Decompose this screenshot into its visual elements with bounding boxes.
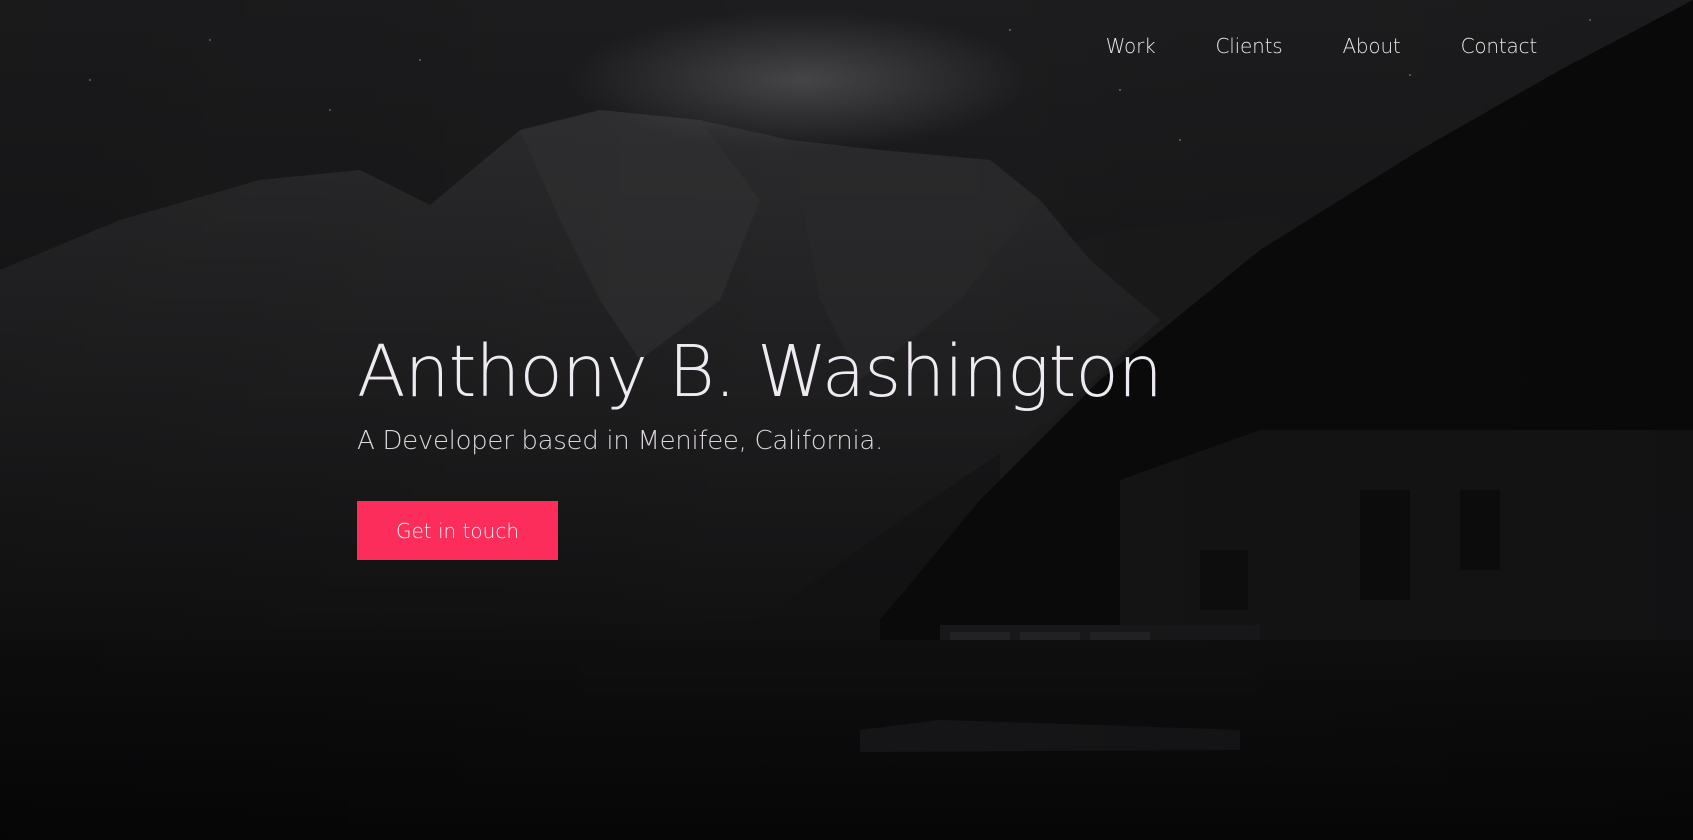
nav-link-work[interactable]: Work bbox=[1106, 30, 1156, 62]
hero-subtitle: A Developer based in Menifee, California… bbox=[357, 426, 883, 456]
hero-title: Anthony B. Washington bbox=[357, 330, 1163, 413]
hero-section: Anthony B. Washington A Developer based … bbox=[357, 330, 1257, 560]
nav-link-contact[interactable]: Contact bbox=[1461, 30, 1538, 62]
nav-link-about[interactable]: About bbox=[1342, 30, 1400, 62]
top-nav: Work Clients About Contact bbox=[1106, 30, 1538, 62]
get-in-touch-button[interactable]: Get in touch bbox=[357, 501, 558, 560]
nav-link-clients[interactable]: Clients bbox=[1216, 30, 1283, 62]
